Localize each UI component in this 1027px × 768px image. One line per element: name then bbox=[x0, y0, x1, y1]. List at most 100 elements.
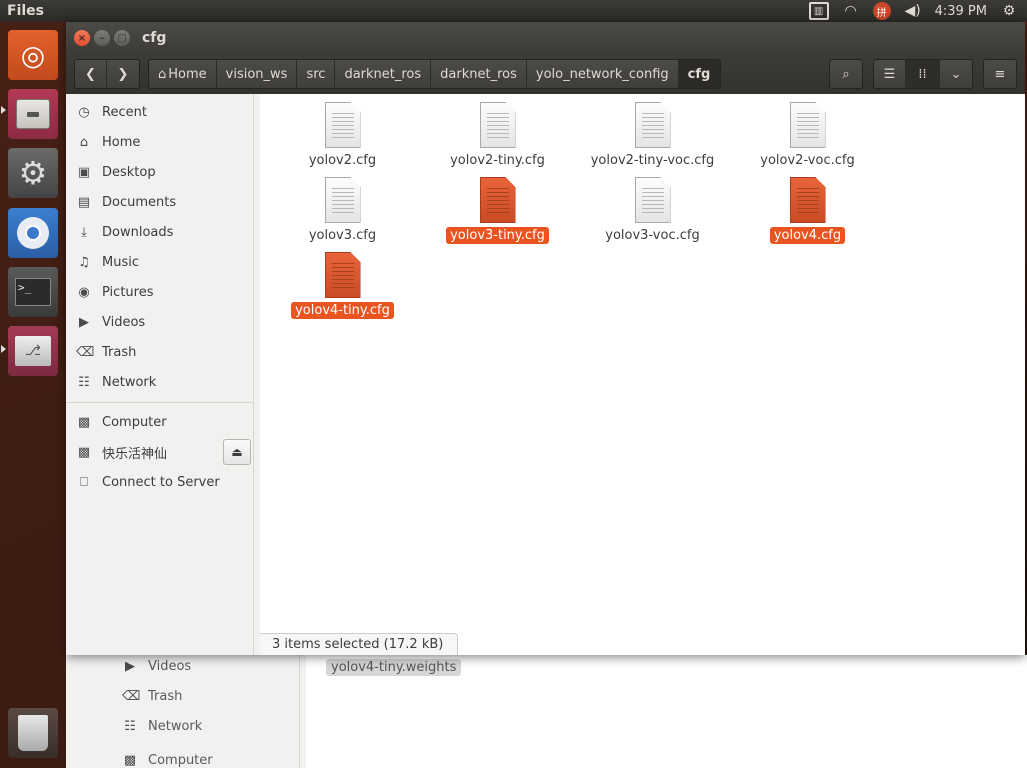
sidebar-item-computer[interactable]: ▩ Computer bbox=[76, 408, 251, 436]
view-options-button[interactable]: ⌄ bbox=[940, 60, 972, 88]
back-button[interactable]: ❮ bbox=[75, 60, 107, 88]
sidebar-item-label: Trash bbox=[102, 344, 137, 360]
sidebar-item-label: Downloads bbox=[102, 224, 174, 240]
bg-sidebar-label: Network bbox=[148, 719, 203, 734]
sidebar-item-label: Connect to Server bbox=[102, 474, 220, 490]
file-item[interactable]: yolov2-tiny.cfg bbox=[420, 102, 575, 169]
sidebar-item-videos[interactable]: ▶ Videos bbox=[76, 308, 251, 336]
bg-sidebar-label: Computer bbox=[148, 753, 213, 768]
sidebar-item-label: Videos bbox=[102, 314, 146, 330]
file-item[interactable]: yolov4-tiny.cfg bbox=[265, 252, 420, 319]
maximize-window-button[interactable]: □ bbox=[114, 30, 130, 46]
breadcrumb-item[interactable]: vision_ws bbox=[217, 60, 298, 88]
sidebar: ◷ Recent ⌂ Home ▣ Desktop ▤ Documents ⤓ … bbox=[66, 94, 254, 655]
hamburger-icon: ≡ bbox=[994, 66, 1006, 82]
video-icon: ▶ bbox=[79, 314, 89, 330]
sidebar-item-home[interactable]: ⌂ Home bbox=[76, 128, 251, 156]
file-name: yolov2.cfg bbox=[308, 153, 377, 168]
breadcrumb-item[interactable]: darknet_ros bbox=[335, 60, 432, 88]
bg-sidebar-item-computer[interactable]: ▩ Computer bbox=[122, 753, 213, 768]
breadcrumb-home[interactable]: ⌂ Home bbox=[149, 60, 217, 88]
sidebar-item-label: Pictures bbox=[102, 284, 154, 300]
menu-button[interactable]: ≡ bbox=[984, 60, 1016, 88]
folder-icon: ▣ bbox=[77, 164, 91, 180]
indicator-area: ▥ ◠ 拼 ◀) 4:39 PM ⚙ bbox=[808, 2, 1027, 20]
sidebar-item-documents[interactable]: ▤ Documents bbox=[76, 188, 251, 216]
system-settings-icon[interactable]: ⚙ bbox=[8, 148, 58, 198]
sidebar-item-music[interactable]: ♫ Music bbox=[76, 248, 251, 276]
file-item[interactable]: yolov2-tiny-voc.cfg bbox=[575, 102, 730, 169]
usb-creator-icon[interactable]: ⎇ bbox=[8, 326, 58, 376]
launcher: ◎ ⚙ >_ ⎇ bbox=[0, 22, 66, 768]
sidebar-item-desktop[interactable]: ▣ Desktop bbox=[76, 158, 251, 186]
sidebar-item-downloads[interactable]: ⤓ Downloads bbox=[76, 218, 251, 246]
sidebar-item-pictures[interactable]: ◉ Pictures bbox=[76, 278, 251, 306]
top-panel: Files ▥ ◠ 拼 ◀) 4:39 PM ⚙ bbox=[0, 0, 1027, 22]
sidebar-item-network[interactable]: ☷ Network bbox=[76, 368, 251, 396]
menu-group: ≡ bbox=[983, 59, 1017, 89]
view-buttons: ☰ ⁞⁞ ⌄ bbox=[873, 59, 973, 89]
sidebar-item-recent[interactable]: ◷ Recent bbox=[76, 98, 251, 126]
bg-sidebar-item-trash[interactable]: ⌫ Trash bbox=[122, 689, 182, 704]
music-icon: ♫ bbox=[78, 254, 90, 270]
files-icon[interactable] bbox=[8, 89, 58, 139]
file-view[interactable]: yolov2.cfg yolov2-tiny.cfg yolov2-tiny-v… bbox=[260, 94, 1025, 655]
close-window-button[interactable]: × bbox=[74, 30, 90, 46]
text-file-icon bbox=[479, 177, 516, 223]
breadcrumb-item[interactable]: src bbox=[297, 60, 336, 88]
sidebar-item-label: Desktop bbox=[102, 164, 156, 180]
trash-icon: ⌫ bbox=[76, 344, 95, 360]
search-group: ⌕ bbox=[829, 59, 863, 89]
clock[interactable]: 4:39 PM bbox=[935, 4, 987, 19]
minimize-window-button[interactable]: – bbox=[94, 30, 110, 46]
sidebar-item-label: 快乐活神仙 bbox=[102, 446, 168, 462]
file-item[interactable]: yolov3-tiny.cfg bbox=[420, 177, 575, 244]
status-text: 3 items selected (17.2 kB) bbox=[272, 637, 444, 652]
chromium-icon[interactable] bbox=[8, 208, 58, 258]
terminal-icon[interactable]: >_ bbox=[8, 267, 58, 317]
sidebar-item-usb-drive[interactable]: ▩ 快乐活神仙 bbox=[76, 438, 216, 466]
breadcrumb-label: Home bbox=[168, 66, 207, 82]
breadcrumb-item[interactable]: darknet_ros bbox=[431, 60, 527, 88]
trash-icon[interactable] bbox=[8, 708, 58, 758]
grid-view-button[interactable]: ⁞⁞ bbox=[906, 60, 940, 88]
list-view-button[interactable]: ☰ bbox=[874, 60, 906, 88]
forward-button[interactable]: ❯ bbox=[107, 60, 139, 88]
sidebar-item-label: Recent bbox=[102, 104, 147, 120]
breadcrumb-item[interactable]: yolo_network_config bbox=[527, 60, 679, 88]
file-item[interactable]: yolov3-voc.cfg bbox=[575, 177, 730, 244]
text-file-icon bbox=[324, 252, 361, 298]
download-icon: ⤓ bbox=[81, 224, 87, 240]
file-name: yolov3-voc.cfg bbox=[605, 228, 700, 243]
status-bar: 3 items selected (17.2 kB) bbox=[260, 633, 459, 655]
breadcrumb: ⌂ Home vision_ws src darknet_ros darknet… bbox=[148, 59, 722, 89]
drive-icon: ▩ bbox=[77, 444, 91, 460]
text-file-icon bbox=[634, 102, 671, 148]
window-titlebar[interactable]: × – □ cfg bbox=[66, 22, 1025, 54]
file-item[interactable]: yolov2.cfg bbox=[265, 102, 420, 169]
breadcrumb-current[interactable]: cfg bbox=[678, 60, 721, 88]
gear-icon[interactable]: ⚙ bbox=[999, 2, 1019, 20]
file-item[interactable]: yolov3.cfg bbox=[265, 177, 420, 244]
keyboard-indicator-icon[interactable]: ▥ bbox=[808, 2, 829, 20]
ubuntu-dash-icon[interactable]: ◎ bbox=[8, 30, 58, 80]
sidebar-item-trash[interactable]: ⌫ Trash bbox=[76, 338, 251, 366]
wifi-icon[interactable]: ◠ bbox=[841, 2, 861, 20]
search-button[interactable]: ⌕ bbox=[830, 60, 862, 88]
bg-sidebar-item-network[interactable]: ☷ Network bbox=[122, 719, 202, 734]
network-icon: ☷ bbox=[124, 719, 136, 734]
bg-file-label[interactable]: yolov4-tiny.weights bbox=[326, 659, 462, 676]
volume-icon[interactable]: ◀) bbox=[903, 2, 923, 20]
file-item[interactable]: yolov2-voc.cfg bbox=[730, 102, 885, 169]
eject-button[interactable]: ⏏ bbox=[223, 439, 251, 465]
camera-icon: ◉ bbox=[78, 284, 90, 300]
sidebar-item-connect-server[interactable]: ⎕ Connect to Server bbox=[76, 468, 251, 496]
bg-sidebar-item-videos[interactable]: ▶ Videos bbox=[122, 659, 191, 674]
documents-icon: ▤ bbox=[77, 194, 91, 210]
text-file-icon bbox=[479, 102, 516, 148]
chevron-down-icon: ⌄ bbox=[950, 66, 962, 82]
sidebar-item-label: Home bbox=[102, 134, 141, 150]
file-item[interactable]: yolov4.cfg bbox=[730, 177, 885, 244]
background-content: yolov4-tiny.weights bbox=[306, 655, 1027, 768]
input-method-icon[interactable]: 拼 bbox=[872, 2, 891, 20]
